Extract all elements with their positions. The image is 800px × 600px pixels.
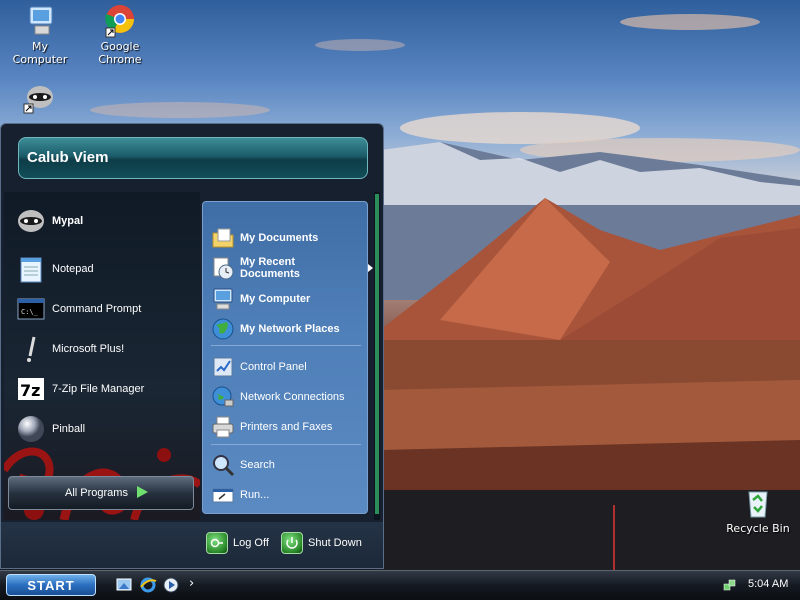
recent-documents-icon [211,256,235,280]
internet-explorer-icon[interactable] [139,576,157,594]
start-menu-header: Calub Viem [18,137,368,179]
desktop-icon-google-chrome[interactable]: Google Chrome [84,4,156,66]
user-name: Calub Viem [27,149,109,166]
log-off-button[interactable]: Log Off [206,532,269,554]
desktop-icon-my-computer[interactable]: My Computer [4,4,76,66]
my-documents-icon [211,226,235,250]
pinned-item-mypal[interactable]: Mypal [16,206,196,236]
place-printers-and-faxes[interactable]: Printers and Faxes [211,415,363,439]
all-programs-button[interactable]: All Programs [8,476,194,510]
printer-icon [211,415,235,439]
chrome-icon [103,4,137,38]
mypal-raccoon-icon [21,80,55,114]
desktop-icon-recycle-bin[interactable]: Recycle Bin [722,486,794,535]
clock[interactable]: 5:04 AM [748,578,788,590]
all-programs-label: All Programs [65,487,128,499]
shut-down-button[interactable]: Shut Down [281,532,362,554]
place-my-recent-documents[interactable]: My Recent Documents [211,256,363,280]
places-separator [211,345,361,346]
place-my-documents[interactable]: My Documents [211,226,363,250]
pinned-item-label: Command Prompt [52,303,142,315]
media-player-icon[interactable] [162,576,180,594]
place-my-computer[interactable]: My Computer [211,287,363,311]
svg-text:7z: 7z [20,381,40,400]
power-icon [281,532,303,554]
place-network-connections[interactable]: Network Connections [211,385,363,409]
place-run[interactable]: Run... [211,483,363,507]
network-tray-icon[interactable] [723,578,737,592]
my-computer-icon [211,287,235,311]
my-computer-icon [23,4,57,38]
desktop-icon-mypal[interactable] [2,80,74,116]
control-panel-icon [211,355,235,379]
pinned-item-label: 7-Zip File Manager [52,383,145,395]
start-button[interactable]: START [6,574,96,596]
pinned-item-label: Microsoft Plus! [52,343,125,355]
taskbar: START › 5:04 AM [0,570,800,600]
pinball-icon [16,414,46,444]
pinned-item-7zip[interactable]: 7z 7-Zip File Manager [16,374,196,404]
scrollbar-thumb[interactable] [375,194,379,514]
svg-text:C:\_: C:\_ [21,308,39,316]
microsoft-plus-icon [16,334,46,364]
pinned-programs-panel: Mypal Notepad C:\_ Command Prompt Micros… [4,192,200,520]
places-panel: My Documents My Recent Documents My Comp… [202,201,368,514]
search-icon [211,453,235,477]
pinned-item-notepad[interactable]: Notepad [16,254,196,284]
pinned-item-microsoft-plus[interactable]: Microsoft Plus! [16,334,196,364]
key-icon [206,532,228,554]
submenu-arrow-icon [368,264,373,272]
show-desktop-icon[interactable] [115,576,133,594]
place-search[interactable]: Search [211,453,363,477]
network-places-icon [211,317,235,341]
pinned-item-pinball[interactable]: Pinball [16,414,196,444]
start-menu-footer: Log Off Shut Down [1,522,383,568]
network-connections-icon [211,385,235,409]
pinned-item-command-prompt[interactable]: C:\_ Command Prompt [16,294,196,324]
pinned-item-label: Mypal [52,215,84,227]
recycle-bin-icon [741,486,775,520]
places-separator [211,444,361,445]
run-icon [211,483,235,507]
pinned-item-label: Notepad [52,263,94,275]
place-my-network-places[interactable]: My Network Places [211,317,363,341]
arrow-right-icon [137,486,148,498]
start-label: START [27,578,75,593]
pinned-item-label: Pinball [52,423,86,435]
notepad-icon [16,254,46,284]
place-control-panel[interactable]: Control Panel [211,355,363,379]
start-menu: Calub Viem Mypal Notepad C:\_ Command Pr… [0,123,384,569]
command-prompt-icon: C:\_ [16,294,46,324]
quick-launch-overflow-button[interactable]: › [189,576,194,591]
7zip-icon: 7z [16,374,46,404]
mypal-raccoon-icon [16,206,46,236]
system-tray: 5:04 AM [718,574,798,596]
